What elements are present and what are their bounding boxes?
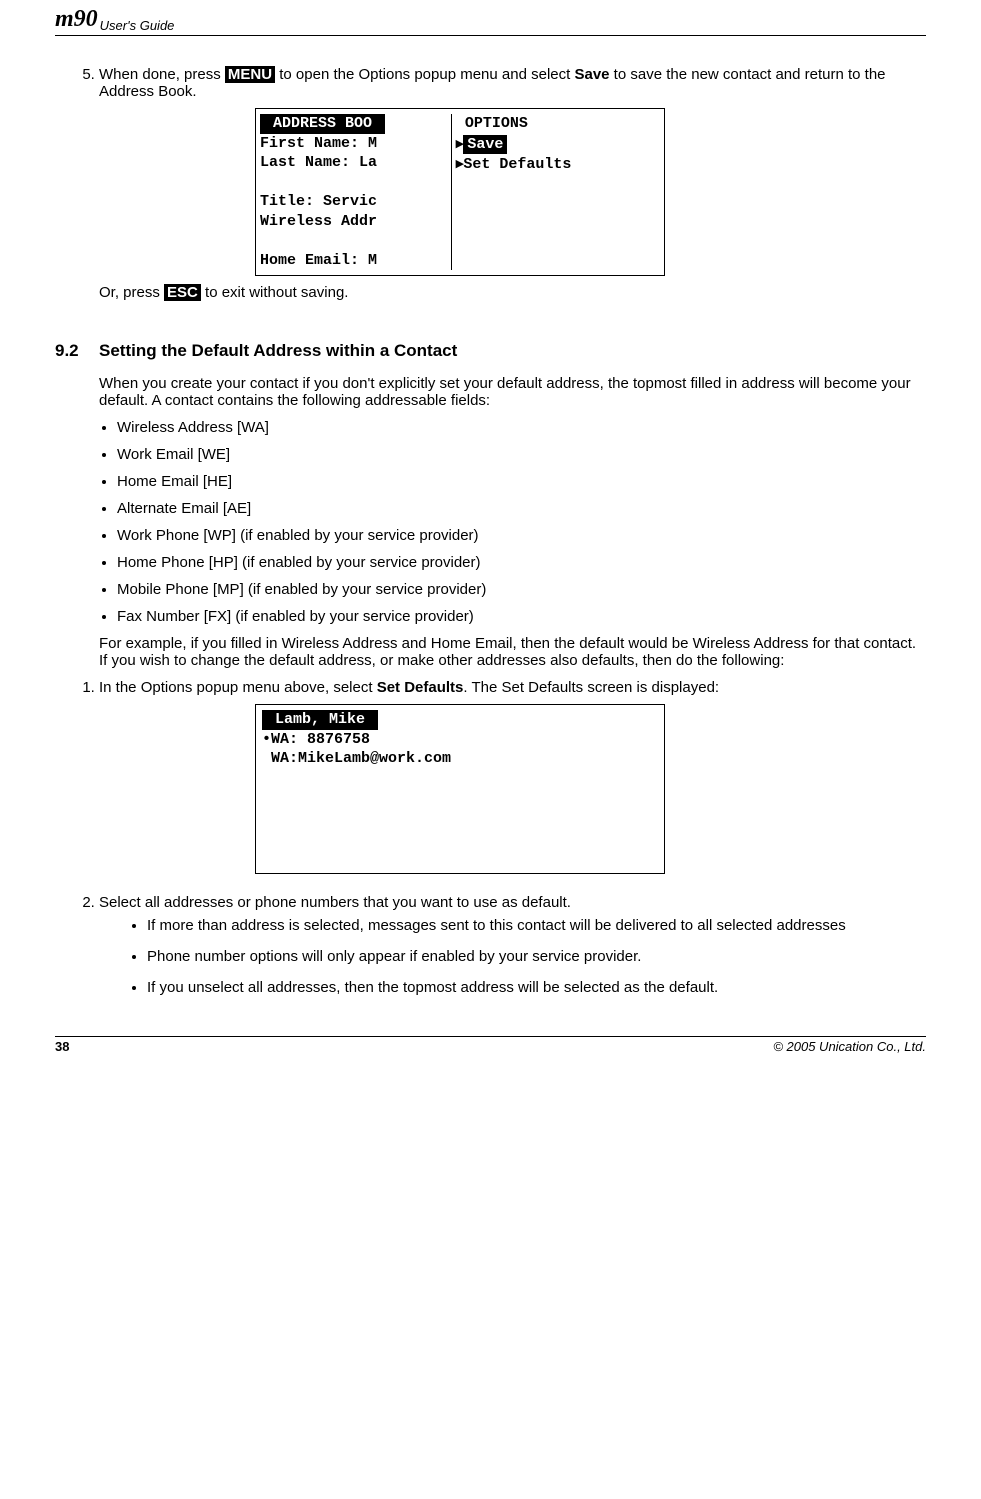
esc-key: ESC (164, 284, 201, 301)
orpress-pre: Or, press (99, 284, 164, 301)
screen1-l6 (260, 231, 447, 251)
field-wp: Work Phone [WP] (if enabled by your serv… (117, 527, 926, 544)
screen1-title-left: ADDRESS BOO (260, 114, 385, 134)
menu-key: MENU (225, 66, 275, 83)
page-footer: 38 © 2005 Unication Co., Ltd. (55, 1036, 926, 1054)
addressable-fields-list: Wireless Address [WA] Work Email [WE] Ho… (99, 419, 926, 625)
step-2-list: Select all addresses or phone numbers th… (55, 894, 926, 996)
play-icon: ▸ (456, 135, 464, 152)
field-fx: Fax Number [FX] (if enabled by your serv… (117, 608, 926, 625)
copyright: © 2005 Unication Co., Ltd. (773, 1039, 926, 1054)
step2-sub-list: If more than address is selected, messag… (129, 917, 926, 996)
field-we: Work Email [WE] (117, 446, 926, 463)
screen2-l2: WA:MikeLamb@work.com (262, 749, 658, 769)
step2b-text: Select all addresses or phone numbers th… (99, 894, 571, 911)
field-wa: Wireless Address [WA] (117, 419, 926, 436)
step-1-list: In the Options popup menu above, select … (55, 679, 926, 696)
screen1-opt-setdefaults: Set Defaults (463, 156, 571, 173)
screen2-title: Lamb, Mike (262, 710, 378, 730)
screen1-l4: Title: Servic (260, 192, 447, 212)
section92-example: For example, if you filled in Wireless A… (99, 635, 926, 669)
field-he: Home Email [HE] (117, 473, 926, 490)
field-ae: Alternate Email [AE] (117, 500, 926, 517)
step-1: In the Options popup menu above, select … (99, 679, 926, 696)
step1b-pre: In the Options popup menu above, select (99, 679, 377, 696)
screen2-l1: •WA: 8876758 (262, 730, 658, 750)
screen1-l1: First Name: M (260, 134, 447, 154)
step5-pre: When done, press (99, 66, 225, 83)
screen-set-defaults: Lamb, Mike •WA: 8876758 WA:MikeLamb@work… (255, 704, 665, 874)
screen1-l3 (260, 173, 447, 193)
field-mp: Mobile Phone [MP] (if enabled by your se… (117, 581, 926, 598)
screen-address-book: ADDRESS BOO First Name: M Last Name: La … (255, 108, 665, 276)
section92-intro: When you create your contact if you don'… (99, 375, 926, 409)
page-header: m90 User's Guide (55, 0, 926, 36)
step5-save: Save (574, 66, 609, 83)
step2-sub-1: Phone number options will only appear if… (147, 948, 926, 965)
step2-sub-2: If you unselect all addresses, then the … (147, 979, 926, 996)
step2-sub-0: If more than address is selected, messag… (147, 917, 926, 934)
screen1-l7: Home Email: M (260, 251, 447, 271)
field-hp: Home Phone [HP] (if enabled by your serv… (117, 554, 926, 571)
guide-label: User's Guide (100, 18, 175, 33)
page-number: 38 (55, 1039, 69, 1054)
step-5-list: When done, press MENU to open the Option… (55, 66, 926, 100)
or-press-line: Or, press ESC to exit without saving. (99, 284, 926, 301)
screen1-opt-save: Save (463, 135, 507, 155)
section-number: 9.2 (55, 341, 99, 361)
step5-mid: to open the Options popup menu and selec… (275, 66, 574, 83)
section-title: Setting the Default Address within a Con… (99, 341, 457, 361)
screen1-title-right: OPTIONS (456, 114, 660, 134)
screen1-l2: Last Name: La (260, 153, 447, 173)
step-5: When done, press MENU to open the Option… (99, 66, 926, 100)
orpress-post: to exit without saving. (201, 284, 349, 301)
step1b-post: . The Set Defaults screen is displayed: (463, 679, 719, 696)
step1b-sel: Set Defaults (377, 679, 464, 696)
logo: m90 (55, 6, 98, 33)
section-9-2-heading: 9.2 Setting the Default Address within a… (55, 341, 926, 361)
screen1-l5: Wireless Addr (260, 212, 447, 232)
step-2: Select all addresses or phone numbers th… (99, 894, 926, 996)
